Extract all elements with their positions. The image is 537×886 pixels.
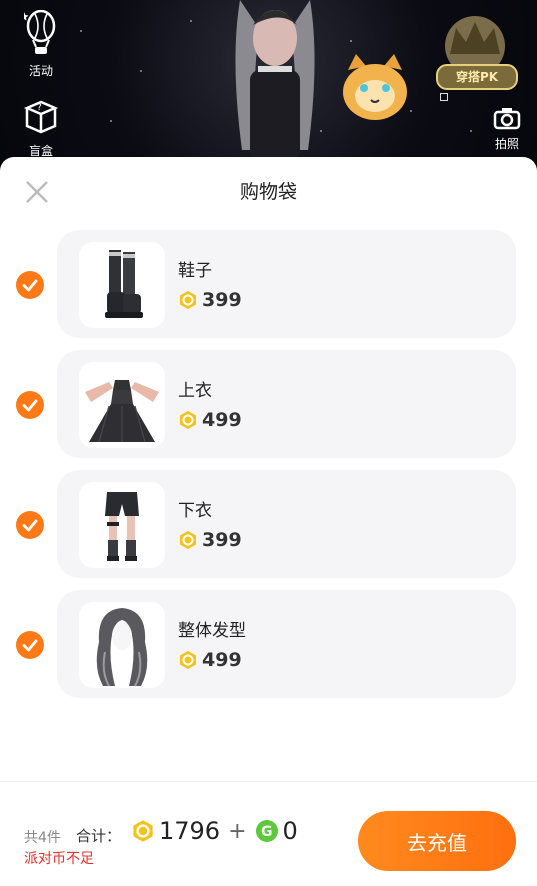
item-thumbnail <box>79 362 165 448</box>
svg-text:G: G <box>261 824 273 840</box>
checkbox-checked-icon[interactable] <box>16 511 44 539</box>
item-card[interactable]: 上衣 499 <box>57 350 516 458</box>
camera-icon <box>493 108 521 130</box>
item-card[interactable]: 下衣 399 <box>57 470 516 578</box>
outfit-pk-button[interactable]: 穿搭PK <box>428 14 522 94</box>
photo-button[interactable]: 拍照 <box>487 106 527 152</box>
boots-icon <box>105 250 143 318</box>
sheet-title: 购物袋 <box>239 181 297 203</box>
item-name: 下衣 <box>178 501 212 521</box>
cart-item: 上衣 499 <box>0 350 537 460</box>
dress-icon <box>85 380 159 443</box>
shopping-bag-sheet: 购物袋 鞋子 399 上衣 499 下衣 399 整体发型 499 <box>0 157 537 885</box>
party-coin-icon <box>180 291 196 309</box>
item-price-group: 499 <box>178 409 242 431</box>
outfit-pk-label: 穿搭PK <box>436 64 518 90</box>
hairstyle-icon <box>96 608 148 687</box>
total-amount: 1796 + G 0 <box>131 816 298 846</box>
item-card[interactable]: 鞋子 399 <box>57 230 516 338</box>
checkbox-checked-icon[interactable] <box>16 391 44 419</box>
photo-label: 拍照 <box>494 137 519 151</box>
item-price: 399 <box>202 529 242 551</box>
item-card[interactable]: 整体发型 499 <box>57 590 516 698</box>
party-coin-icon <box>180 531 196 549</box>
party-coin-icon <box>180 411 196 429</box>
cart-item: 鞋子 399 <box>0 230 537 340</box>
gift-box-icon: ? <box>23 100 59 134</box>
avatar-scene: 活动 ? 盲盒 穿搭PK 拍照 <box>0 0 537 170</box>
checkbox-checked-icon[interactable] <box>16 631 44 659</box>
indicator-square <box>440 93 448 101</box>
total-coins: 1796 <box>159 817 221 845</box>
avatar-figure <box>235 0 315 160</box>
activity-button[interactable]: 活动 <box>18 9 64 79</box>
item-price: 399 <box>202 289 242 311</box>
plus-sign: + <box>228 818 247 844</box>
item-price-group: 499 <box>178 649 242 671</box>
item-name: 鞋子 <box>178 261 212 281</box>
g-coin-icon: G <box>255 820 278 842</box>
svg-text:?: ? <box>37 103 42 113</box>
cart-item: 整体发型 499 <box>0 590 537 700</box>
g-coins: 0 <box>282 817 298 845</box>
checkout-footer: 共4件 合计： 1796 + G 0 派对币不足 去充值 <box>0 781 537 886</box>
recharge-button[interactable]: 去充值 <box>358 811 516 871</box>
item-price-group: 399 <box>178 529 242 551</box>
item-name: 上衣 <box>178 381 212 401</box>
item-count: 共4件 <box>24 830 61 846</box>
item-thumbnail <box>79 482 165 568</box>
insufficient-coins-warning: 派对币不足 <box>24 851 94 867</box>
checkbox-checked-icon[interactable] <box>16 271 44 299</box>
activity-label: 活动 <box>28 64 53 78</box>
item-thumbnail <box>79 242 165 328</box>
total-label: 合计： <box>76 827 122 845</box>
cart-item: 下衣 399 <box>0 470 537 580</box>
party-coin-icon <box>133 820 153 842</box>
cat-mascot <box>343 54 407 120</box>
blindbox-button[interactable]: ? 盲盒 <box>18 96 64 159</box>
hot-air-balloon-icon <box>24 9 56 54</box>
item-price: 499 <box>202 409 242 431</box>
item-price-group: 399 <box>178 289 242 311</box>
shorts-icon <box>105 492 139 561</box>
item-name: 整体发型 <box>178 621 246 641</box>
item-thumbnail <box>79 602 165 688</box>
party-coin-icon <box>180 651 196 669</box>
item-price: 499 <box>202 649 242 671</box>
